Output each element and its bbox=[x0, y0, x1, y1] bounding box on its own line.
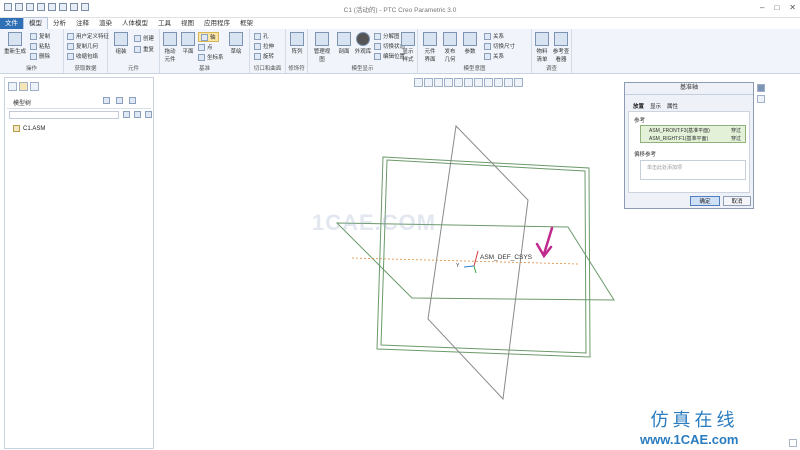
csys-glyph bbox=[463, 250, 479, 274]
datum-axis-dialog: 基准轴 放置 显示 属性 参考 ASM_FRONT:F3(基准平面) 穿过 AS… bbox=[624, 82, 754, 209]
references-collector[interactable]: ASM_FRONT:F3(基准平面) 穿过 ASM_RIGHT:F1(基准平面)… bbox=[640, 125, 746, 143]
pointer-arrow-icon bbox=[535, 226, 554, 259]
placement-panel: 参考 ASM_FRONT:F3(基准平面) 穿过 ASM_RIGHT:F1(基准… bbox=[628, 111, 750, 193]
reference-constraint[interactable]: 穿过 bbox=[731, 127, 741, 134]
brand-cn: 仿真在线 bbox=[650, 410, 739, 431]
reference-row[interactable]: ASM_FRONT:F3(基准平面) 穿过 bbox=[641, 126, 745, 134]
offset-references-collector[interactable]: 单击此处添加项 bbox=[640, 160, 746, 180]
selection-icon[interactable] bbox=[757, 84, 765, 92]
filter-icon[interactable] bbox=[757, 95, 765, 103]
dialog-title: 基准轴 bbox=[625, 83, 753, 95]
reference-row[interactable]: ASM_RIGHT:F1(基准平面) 穿过 bbox=[641, 134, 745, 142]
watermark: 1CAE.COM bbox=[312, 210, 437, 235]
status-icon[interactable] bbox=[789, 439, 797, 447]
tab-placement[interactable]: 放置 bbox=[633, 102, 644, 110]
csys-label: ASM_DEF_CSYS bbox=[480, 254, 533, 261]
ok-button[interactable]: 确定 bbox=[690, 196, 720, 206]
dialog-tabs: 放置 显示 属性 bbox=[633, 102, 678, 110]
brand-url: www.1CAE.com bbox=[640, 432, 739, 447]
axis-preview-line bbox=[351, 257, 579, 265]
dialog-side-toolbar bbox=[757, 84, 765, 103]
offset-references-label: 偏移参考 bbox=[634, 152, 657, 158]
offset-placeholder: 单击此处添加项 bbox=[647, 165, 683, 171]
cancel-button[interactable]: 取消 bbox=[723, 196, 751, 206]
reference-name: ASM_FRONT:F3(基准平面) bbox=[649, 128, 710, 134]
tab-display[interactable]: 显示 bbox=[650, 102, 661, 110]
datum-planes bbox=[335, 124, 615, 401]
brand-logo: 仿真在线 www.1CAE.com bbox=[640, 406, 738, 447]
references-label: 参考 bbox=[634, 118, 646, 124]
y-axis-label: Y bbox=[456, 263, 460, 269]
reference-name: ASM_RIGHT:F1(基准平面) bbox=[649, 136, 709, 142]
tab-properties[interactable]: 属性 bbox=[667, 102, 678, 110]
reference-constraint[interactable]: 穿过 bbox=[731, 135, 741, 142]
